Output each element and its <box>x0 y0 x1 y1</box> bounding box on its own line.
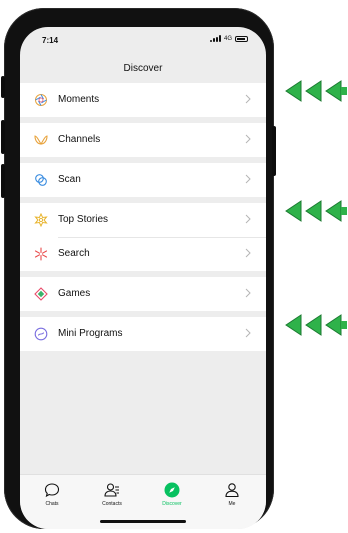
contacts-icon <box>104 483 119 497</box>
tab-label: Contacts <box>102 501 122 507</box>
phone-side-button-left-1 <box>1 76 5 98</box>
search-icon <box>34 247 48 261</box>
menu-item-label: Channels <box>58 134 101 145</box>
menu-group-mini-programs: Mini Programs <box>20 317 266 351</box>
menu-item-label: Scan <box>58 174 81 185</box>
menu-group-channels: Channels <box>20 123 266 157</box>
page-title: Discover <box>123 63 163 74</box>
phone-side-button-left-3 <box>1 164 5 198</box>
tab-chats[interactable]: Chats <box>32 481 72 507</box>
menu-item-search[interactable]: Search <box>20 237 266 271</box>
pointer-arrows-mini-programs <box>285 314 347 336</box>
chevron-right-icon <box>245 328 251 338</box>
phone-side-button-right <box>272 126 276 176</box>
status-time: 7:14 <box>42 36 59 45</box>
compass-icon <box>164 482 180 498</box>
person-icon <box>225 483 239 498</box>
chevron-right-icon <box>245 134 251 144</box>
menu-item-label: Top Stories <box>58 214 109 225</box>
chevron-right-icon <box>245 174 251 184</box>
status-bar: 7:14 4G <box>20 27 266 53</box>
chevron-right-icon <box>245 214 251 224</box>
moments-icon <box>35 94 47 106</box>
home-indicator <box>100 520 186 523</box>
menu-item-label: Mini Programs <box>58 328 123 339</box>
menu-item-label: Search <box>58 248 90 259</box>
status-indicators: 4G <box>209 35 248 42</box>
battery-icon <box>235 35 248 42</box>
menu-item-label: Moments <box>58 94 100 105</box>
network-type: 4G <box>223 35 232 42</box>
menu-group-stories-search: Top Stories Search <box>20 203 266 271</box>
tab-label: Me <box>228 501 236 507</box>
app-screen: 7:14 4G Discover Moments Channels Scan T… <box>20 27 266 529</box>
chevron-right-icon <box>245 94 251 104</box>
pointer-arrows-moments <box>285 80 347 102</box>
tab-me[interactable]: Me <box>212 481 252 507</box>
menu-item-moments[interactable]: Moments <box>20 83 266 117</box>
scan-icon <box>35 174 47 186</box>
tab-label: Chats <box>45 501 59 507</box>
chevron-right-icon <box>245 288 251 298</box>
signal-icon <box>209 35 221 42</box>
tab-discover[interactable]: Discover <box>152 481 192 507</box>
menu-item-games[interactable]: Games <box>20 277 266 311</box>
chat-bubble-icon <box>44 483 60 498</box>
row-divider <box>58 237 266 238</box>
menu-item-top-stories[interactable]: Top Stories <box>20 203 266 237</box>
channels-icon <box>34 135 48 145</box>
chevron-right-icon <box>245 248 251 258</box>
menu-group-moments: Moments <box>20 83 266 117</box>
mini-programs-icon <box>34 327 48 341</box>
menu-item-label: Games <box>58 288 91 299</box>
tab-contacts[interactable]: Contacts <box>92 481 132 507</box>
games-icon <box>34 287 48 301</box>
menu-item-scan[interactable]: Scan <box>20 163 266 197</box>
pointer-arrows-top-stories <box>285 200 347 222</box>
tab-label: Discover <box>162 501 182 507</box>
phone-frame: 7:14 4G Discover Moments Channels Scan T… <box>1 8 276 529</box>
menu-group-games: Games <box>20 277 266 311</box>
phone-side-button-left-2 <box>1 120 5 154</box>
menu-item-mini-programs[interactable]: Mini Programs <box>20 317 266 351</box>
menu-item-channels[interactable]: Channels <box>20 123 266 157</box>
top-stories-icon <box>34 213 48 227</box>
menu-group-scan: Scan <box>20 163 266 197</box>
